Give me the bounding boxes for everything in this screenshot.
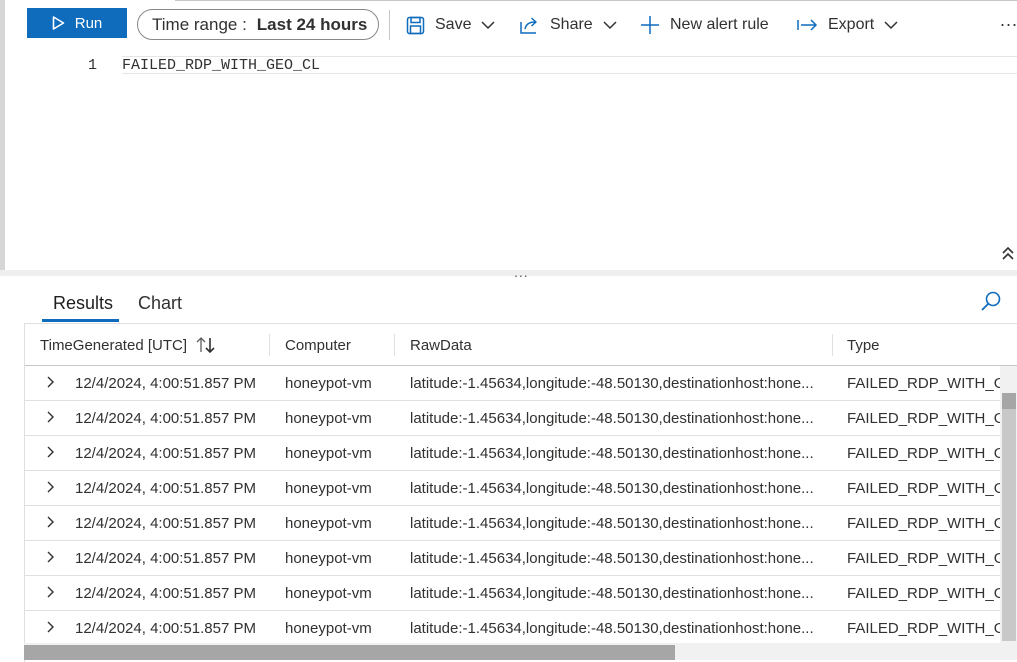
query-toolbar: Run Time range : Last 24 hours Save Shar… <box>0 0 1017 48</box>
line-number: 1 <box>88 57 98 74</box>
double-chevron-up-icon[interactable] <box>1001 246 1015 262</box>
more-options-button[interactable]: ... <box>1000 10 1017 31</box>
cell-rawdata: latitude:-1.45634,longitude:-48.50130,de… <box>410 375 814 392</box>
share-button[interactable]: Share <box>519 10 617 40</box>
chevron-down-icon <box>884 20 898 29</box>
time-range-button[interactable]: Time range : Last 24 hours <box>137 9 379 40</box>
new-alert-rule-button[interactable]: New alert rule <box>640 10 769 40</box>
column-header-computer[interactable]: Computer <box>285 337 351 354</box>
cell-type: FAILED_RDP_WITH_GEC <box>847 550 1003 567</box>
run-label: Run <box>74 14 103 32</box>
cell-computer: honeypot-vm <box>285 375 372 392</box>
chevron-down-icon <box>603 20 617 29</box>
column-header-timegenerated[interactable]: TimeGenerated [UTC] <box>40 337 187 354</box>
plus-icon <box>641 16 659 34</box>
cell-type: FAILED_RDP_WITH_GEC <box>847 620 1003 637</box>
grid-header: TimeGenerated [UTC] Computer RawData Typ… <box>25 324 1017 366</box>
share-label: Share <box>550 16 593 33</box>
column-divider[interactable] <box>832 334 833 356</box>
cell-type: FAILED_RDP_WITH_GEC <box>847 445 1003 462</box>
cell-rawdata: latitude:-1.45634,longitude:-48.50130,de… <box>410 515 814 532</box>
save-button[interactable]: Save <box>406 10 495 40</box>
cell-type: FAILED_RDP_WITH_GEC <box>847 585 1003 602</box>
play-icon <box>52 16 65 30</box>
cell-timegenerated: 12/4/2024, 4:00:51.857 PM <box>75 375 256 392</box>
chevron-right-icon[interactable] <box>45 446 55 458</box>
chevron-right-icon[interactable] <box>45 586 55 598</box>
cell-timegenerated: 12/4/2024, 4:00:51.857 PM <box>75 515 256 532</box>
sort-icon[interactable] <box>196 336 216 354</box>
chevron-down-icon <box>481 20 495 29</box>
table-row[interactable]: 12/4/2024, 4:00:51.857 PM honeypot-vm la… <box>25 611 1003 646</box>
chevron-right-icon[interactable] <box>45 516 55 528</box>
share-icon <box>520 16 537 34</box>
selected-tab-indicator <box>42 319 119 322</box>
cell-rawdata: latitude:-1.45634,longitude:-48.50130,de… <box>410 445 814 462</box>
tab-results[interactable]: Results <box>53 293 113 314</box>
run-button[interactable]: Run <box>27 8 127 38</box>
toolbar-separator <box>389 10 390 40</box>
cell-computer: honeypot-vm <box>285 410 372 427</box>
column-divider[interactable] <box>394 334 395 356</box>
table-row[interactable]: 12/4/2024, 4:00:51.857 PM honeypot-vm la… <box>25 506 1003 541</box>
cell-timegenerated: 12/4/2024, 4:00:51.857 PM <box>75 550 256 567</box>
cell-type: FAILED_RDP_WITH_GEC <box>847 410 1003 427</box>
chevron-right-icon[interactable] <box>45 621 55 633</box>
save-icon <box>406 16 425 34</box>
cell-type: FAILED_RDP_WITH_GEC <box>847 515 1003 532</box>
table-row[interactable]: 12/4/2024, 4:00:51.857 PM honeypot-vm la… <box>25 541 1003 576</box>
chevron-right-icon[interactable] <box>45 376 55 388</box>
chevron-right-icon[interactable] <box>45 411 55 423</box>
results-grid: TimeGenerated [UTC] Computer RawData Typ… <box>24 323 1017 662</box>
cell-rawdata: latitude:-1.45634,longitude:-48.50130,de… <box>410 480 814 497</box>
cell-computer: honeypot-vm <box>285 445 372 462</box>
cell-type: FAILED_RDP_WITH_GEC <box>847 375 1003 392</box>
cell-timegenerated: 12/4/2024, 4:00:51.857 PM <box>75 445 256 462</box>
horizontal-scrollbar-thumb[interactable] <box>24 645 675 660</box>
cell-computer: honeypot-vm <box>285 480 372 497</box>
cell-timegenerated: 12/4/2024, 4:00:51.857 PM <box>75 585 256 602</box>
cell-rawdata: latitude:-1.45634,longitude:-48.50130,de… <box>410 620 814 637</box>
cell-computer: honeypot-vm <box>285 515 372 532</box>
cell-computer: honeypot-vm <box>285 620 372 637</box>
chevron-right-icon[interactable] <box>45 551 55 563</box>
chevron-right-icon[interactable] <box>45 481 55 493</box>
tab-chart[interactable]: Chart <box>138 293 182 314</box>
column-header-type[interactable]: Type <box>847 337 880 354</box>
search-icon[interactable] <box>980 290 1002 312</box>
cell-rawdata: latitude:-1.45634,longitude:-48.50130,de… <box>410 410 814 427</box>
table-row[interactable]: 12/4/2024, 4:00:51.857 PM honeypot-vm la… <box>25 576 1003 611</box>
export-label: Export <box>828 16 875 33</box>
cell-computer: honeypot-vm <box>285 550 372 567</box>
table-row[interactable]: 12/4/2024, 4:00:51.857 PM honeypot-vm la… <box>25 401 1003 436</box>
vertical-scrollbar-thumb[interactable] <box>1002 393 1016 409</box>
vertical-scrollbar-track[interactable] <box>1002 409 1016 641</box>
table-row[interactable]: 12/4/2024, 4:00:51.857 PM honeypot-vm la… <box>25 436 1003 471</box>
export-button[interactable]: Export <box>797 10 898 40</box>
time-range-label: Time range : <box>152 14 247 34</box>
time-range-value: Last 24 hours <box>256 14 368 34</box>
query-editor[interactable]: FAILED_RDP_WITH_GEO_CL <box>122 57 320 74</box>
pane-splitter[interactable] <box>0 270 1017 276</box>
cell-type: FAILED_RDP_WITH_GEC <box>847 480 1003 497</box>
cell-rawdata: latitude:-1.45634,longitude:-48.50130,de… <box>410 550 814 567</box>
cell-timegenerated: 12/4/2024, 4:00:51.857 PM <box>75 480 256 497</box>
cell-rawdata: latitude:-1.45634,longitude:-48.50130,de… <box>410 585 814 602</box>
table-row[interactable]: 12/4/2024, 4:00:51.857 PM honeypot-vm la… <box>25 366 1003 401</box>
cell-timegenerated: 12/4/2024, 4:00:51.857 PM <box>75 410 256 427</box>
cell-timegenerated: 12/4/2024, 4:00:51.857 PM <box>75 620 256 637</box>
export-arrow-icon <box>797 19 818 31</box>
cell-computer: honeypot-vm <box>285 585 372 602</box>
column-header-rawdata[interactable]: RawData <box>410 337 472 354</box>
save-label: Save <box>435 16 472 33</box>
table-row[interactable]: 12/4/2024, 4:00:51.857 PM honeypot-vm la… <box>25 471 1003 506</box>
splitter-grip[interactable]: ... <box>514 264 529 280</box>
new-alert-rule-label: New alert rule <box>670 16 769 33</box>
column-divider[interactable] <box>269 334 270 356</box>
